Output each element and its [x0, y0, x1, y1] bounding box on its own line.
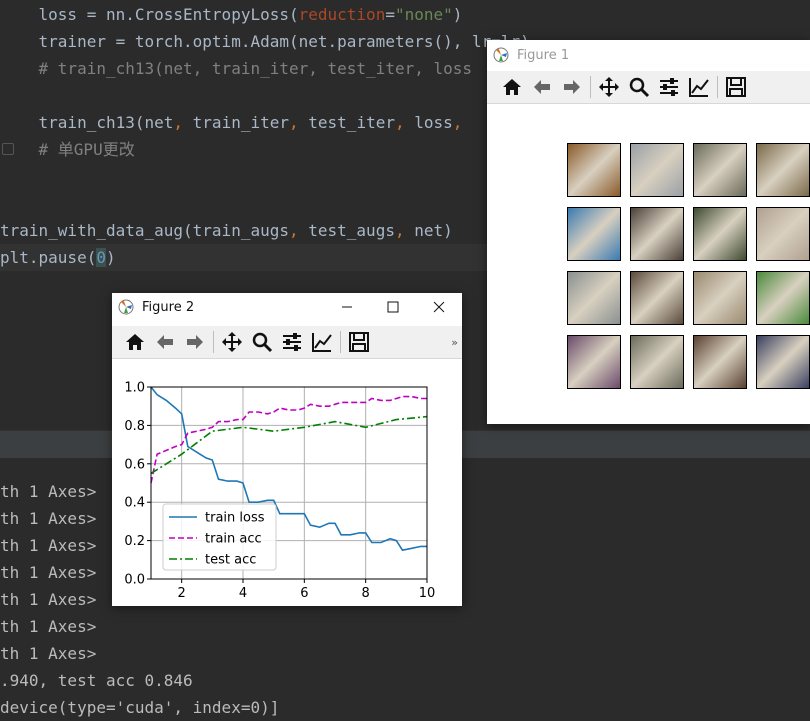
code-line-1: loss = nn.CrossEntropyLoss(reduction="no…: [0, 5, 463, 24]
console-line: th 1 Axes>: [0, 644, 97, 663]
home-icon[interactable]: [497, 72, 527, 102]
edit-axis-icon[interactable]: [307, 327, 337, 357]
x-tick-label: 6: [300, 586, 308, 601]
x-tick-label: 2: [178, 586, 186, 601]
legend-label: train loss: [205, 511, 265, 526]
console-line: .940, test acc 0.846: [0, 671, 193, 690]
zoom-icon[interactable]: [247, 327, 277, 357]
x-tick-label: 10: [419, 586, 436, 601]
image-thumbnail: [756, 207, 810, 261]
x-tick-label: 4: [239, 586, 247, 601]
image-thumbnail: [693, 143, 747, 197]
code-line-9: plt.pause(0): [0, 248, 116, 267]
image-thumbnail: [567, 143, 621, 197]
console-line: th 1 Axes>: [0, 509, 97, 528]
console-line: th 1 Axes>: [0, 563, 97, 582]
image-grid: [487, 104, 810, 424]
forward-arrow-icon[interactable]: [180, 327, 210, 357]
console-line: th 1 Axes>: [0, 590, 97, 609]
minimize-button[interactable]: [324, 293, 370, 321]
legend-label: train acc: [205, 532, 262, 547]
image-thumbnail: [630, 335, 684, 389]
training-chart: 2 4 6 8 10 0.0 0.2 0.4 0.6 0.8 1.0 train loss train …: [124, 381, 436, 602]
figure-2-title: Figure 2: [142, 299, 195, 315]
image-thumbnail: [756, 335, 810, 389]
pan-icon[interactable]: [217, 327, 247, 357]
image-thumbnail: [756, 271, 810, 325]
maximize-button[interactable]: [370, 293, 416, 321]
y-tick-label: 0.6: [124, 457, 145, 472]
figure-2-toolbar: »: [112, 326, 462, 359]
toolbar-overflow-button[interactable]: »: [451, 336, 458, 349]
y-tick-label: 0.8: [124, 419, 145, 434]
save-icon[interactable]: [344, 327, 374, 357]
code-line-8: train_with_data_aug(train_augs, test_aug…: [0, 221, 453, 240]
y-tick-label: 0.2: [124, 534, 145, 549]
configure-subplots-icon[interactable]: [654, 72, 684, 102]
figure-1-title: Figure 1: [517, 47, 570, 63]
x-tick-label: 8: [362, 586, 370, 601]
console-line: th 1 Axes>: [0, 482, 97, 501]
code-line-3: # train_ch13(net, train_iter, test_iter,…: [0, 59, 473, 78]
pan-icon[interactable]: [594, 72, 624, 102]
code-line-5: train_ch13(net, train_iter, test_iter, l…: [0, 113, 463, 132]
image-thumbnail: [567, 207, 621, 261]
console-line: th 1 Axes>: [0, 617, 97, 636]
figure-1-window[interactable]: Figure 1: [487, 40, 810, 424]
code-line-2: trainer = torch.optim.Adam(net.parameter…: [0, 32, 530, 51]
console-line: th 1 Axes>: [0, 536, 97, 555]
figure-1-toolbar: [487, 71, 810, 104]
y-tick-label: 0.4: [124, 496, 145, 511]
save-icon[interactable]: [721, 72, 751, 102]
figure-1-titlebar[interactable]: Figure 1: [487, 40, 810, 70]
forward-arrow-icon[interactable]: [557, 72, 587, 102]
close-button[interactable]: [416, 293, 462, 321]
image-thumbnail: [630, 271, 684, 325]
legend-label: test acc: [205, 553, 256, 568]
figure-2-window[interactable]: Figure 2 » 2 4 6 8 10 0.0 0.2 0.4 0.6 0.8 1.0 train…: [112, 293, 462, 606]
image-thumbnail: [693, 335, 747, 389]
console-line: device(type='cuda', index=0)]: [0, 698, 280, 717]
y-tick-label: 1.0: [124, 381, 145, 396]
configure-subplots-icon[interactable]: [277, 327, 307, 357]
image-thumbnail: [630, 143, 684, 197]
image-thumbnail: [693, 271, 747, 325]
back-arrow-icon[interactable]: [150, 327, 180, 357]
matplotlib-icon: [118, 299, 134, 315]
home-icon[interactable]: [120, 327, 150, 357]
code-line-6: # 单GPU更改: [0, 140, 135, 159]
y-tick-label: 0.0: [124, 573, 145, 588]
matplotlib-icon: [493, 47, 509, 63]
edit-axis-icon[interactable]: [684, 72, 714, 102]
series-line-train-acc: [150, 395, 427, 484]
image-thumbnail: [567, 271, 621, 325]
back-arrow-icon[interactable]: [527, 72, 557, 102]
image-thumbnail: [567, 335, 621, 389]
image-thumbnail: [693, 207, 747, 261]
image-thumbnail: [756, 143, 810, 197]
image-thumbnail: [630, 207, 684, 261]
zoom-icon[interactable]: [624, 72, 654, 102]
